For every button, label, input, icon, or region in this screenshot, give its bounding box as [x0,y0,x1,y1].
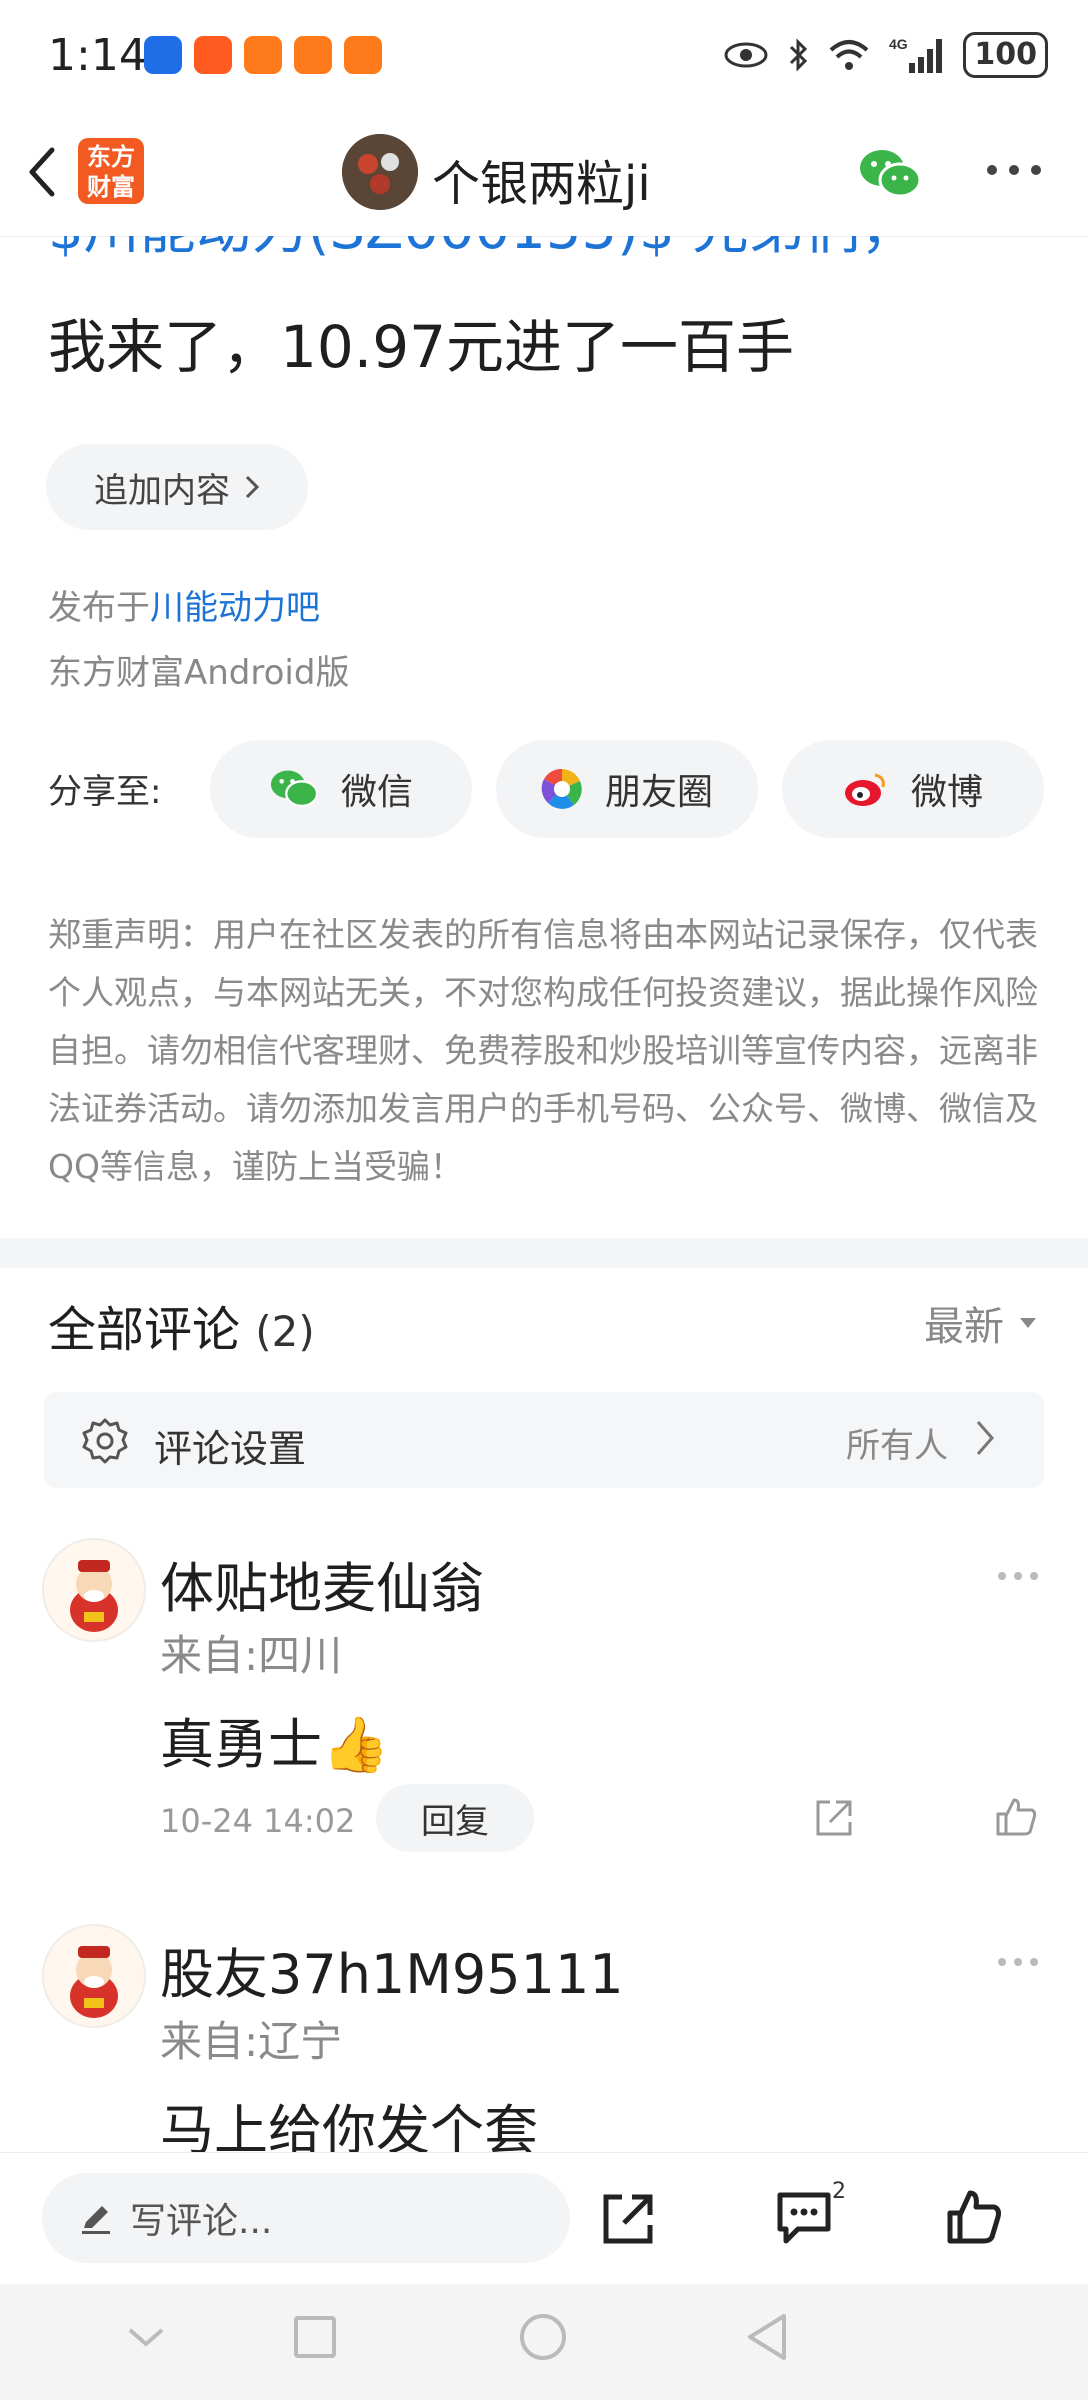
system-back-icon[interactable] [744,2312,790,2362]
more-options-icon[interactable] [986,162,1042,178]
wechat-share-icon[interactable] [858,148,922,200]
taobao-notification-icon [194,36,232,74]
comments-header: 全部评论 (2) [48,1302,315,1358]
sort-dropdown[interactable]: 最新 [924,1294,1038,1352]
commenter-location: 来自:四川 [160,1631,343,1680]
back-arrow-icon[interactable] [22,142,62,202]
commenter-name[interactable]: 股友37h1M95111 [160,1930,624,2009]
bluetooth-icon [790,38,808,72]
wechat-icon [270,770,319,808]
hide-keyboard-icon[interactable] [126,2324,166,2350]
commenter-avatar[interactable] [42,1924,146,2028]
published-in: 发布于川能动力吧 [48,588,320,628]
commenter-avatar[interactable] [42,1538,146,1642]
svg-text:4G: 4G [889,36,908,52]
comment-text-clip: 马上给你发个套 [0,2086,1088,2152]
share-weibo-button[interactable]: 微博 [782,740,1044,838]
chevron-right-icon [245,475,260,499]
app-notification-icon [294,36,332,74]
legal-disclaimer: 郑重声明：用户在社区发表的所有信息将由本网站记录保存，仅代表个人观点，与本网站无… [48,915,1038,1186]
wifi-icon [830,40,869,70]
comment-text: 真勇士👍 [160,1713,390,1776]
battery-indicator: 100 [963,32,1048,78]
comment-icon [777,2192,831,2244]
eastmoney-logo[interactable]: 东方 财富 [78,138,144,204]
author-avatar[interactable] [342,134,418,210]
share-moments-button[interactable]: 朋友圈 [496,740,758,838]
author-name[interactable]: 个银两粒ji [432,144,651,214]
bottom-action-bar: 写评论... 2 [0,2152,1088,2285]
status-icons: 4G 100 [723,30,1048,80]
section-divider [0,1238,1088,1268]
status-time: 1:14 [48,30,147,81]
comments-count: (2) [255,1307,315,1356]
top-nav-bar: 东方 财富 个银两粒ji [0,110,1088,237]
caret-down-icon [1020,1318,1036,1328]
comment-text: 马上给你发个套 [160,2099,538,2152]
cellular-signal-icon: 4G [889,36,943,73]
comment-more-icon[interactable] [996,1570,1040,1582]
chevron-right-icon [976,1421,994,1455]
share-wechat-button[interactable]: 微信 [210,740,472,838]
comment-time: 10-24 14:02 [160,1802,356,1840]
app-notification-icon [244,36,282,74]
home-icon[interactable] [518,2312,568,2362]
moments-icon [541,768,582,809]
stock-tag-link[interactable]: $川能动力(SZ000155)$ 兄弟们， [48,236,916,258]
app-notification-icon [344,36,382,74]
commenter-name[interactable]: 体贴地麦仙翁 [160,1544,484,1623]
eye-icon [724,42,768,68]
status-bar: 1:14 4G 100 [0,0,1088,110]
comment-count-button[interactable]: 2 [774,2179,846,2249]
client-source: 东方财富Android版 [48,653,350,693]
reply-button[interactable]: 回复 [376,1784,534,1852]
gear-icon [82,1418,128,1464]
system-nav-bar [0,2284,1088,2400]
add-content-button[interactable]: 追加内容 [46,444,308,530]
share-label: 分享至: [48,772,162,812]
comment-more-icon[interactable] [996,1956,1040,1968]
commenter-location: 来自:辽宁 [160,2017,343,2066]
write-comment-input[interactable]: 写评论... [42,2173,570,2263]
post-scrolled-line: $川能动力(SZ000155)$ 兄弟们， [0,236,1088,258]
recents-icon[interactable] [292,2314,338,2360]
thumbs-up-icon[interactable] [944,2187,1004,2247]
share-icon[interactable] [600,2191,656,2247]
app-notification-icon [144,36,182,74]
share-comment-icon[interactable] [812,1796,856,1840]
comment-settings-row[interactable]: 评论设置 所有人 [44,1392,1044,1488]
comment-count-badge: 2 [832,2179,846,2204]
pencil-icon [82,2206,110,2234]
post-content: 我来了，10.97元进了一百手 [48,313,795,381]
board-link[interactable]: 川能动力吧 [150,588,320,628]
like-icon[interactable] [994,1794,1038,1838]
weibo-icon [844,773,885,806]
